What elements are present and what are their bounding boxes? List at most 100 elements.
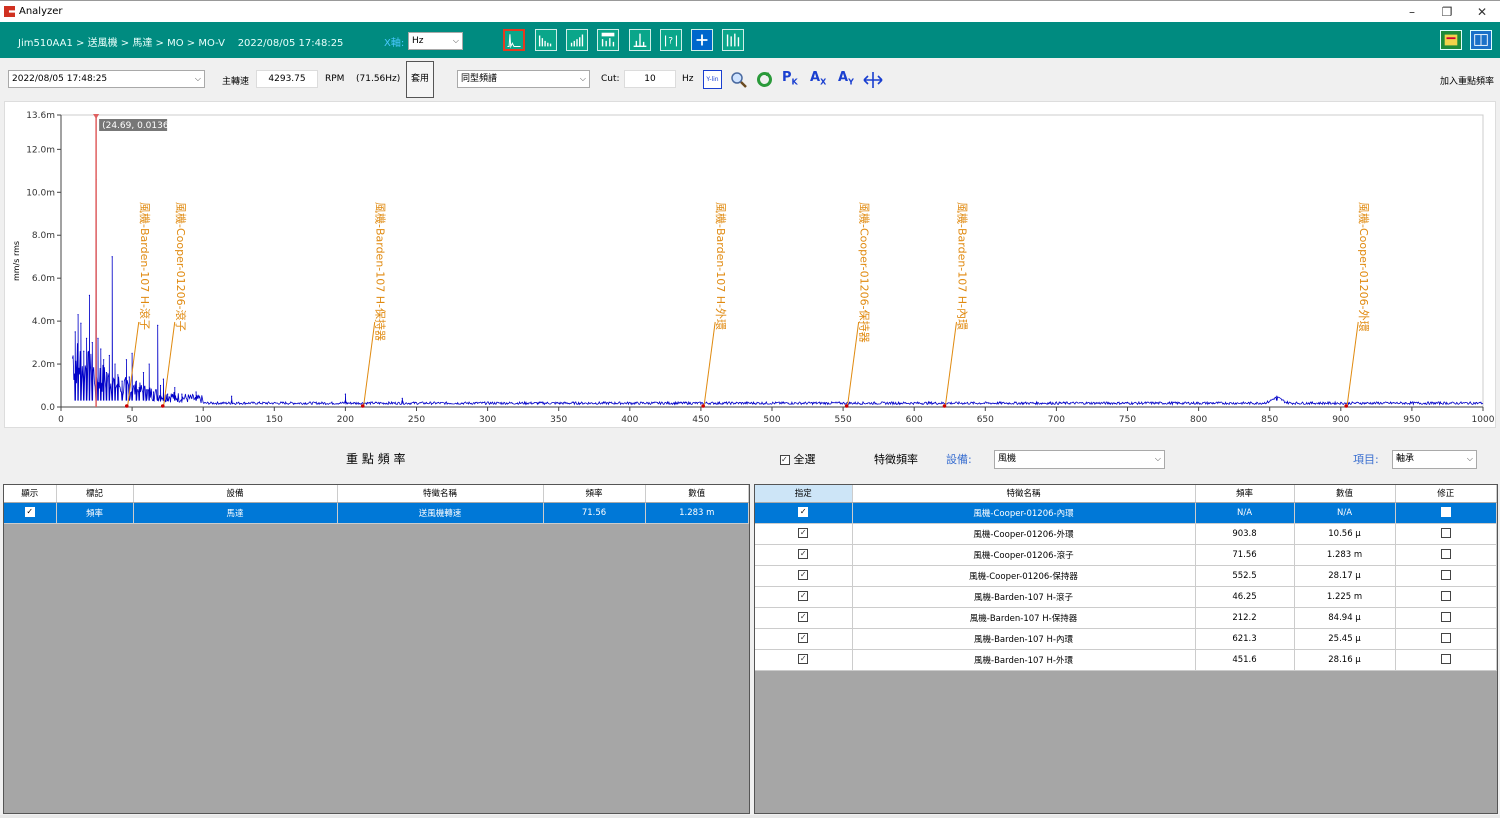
- spectrum-peak: [83, 350, 85, 352]
- trend-icon[interactable]: [566, 29, 588, 51]
- speed-input[interactable]: 4293.75: [256, 70, 318, 88]
- order-icon[interactable]: [597, 29, 619, 51]
- table-row[interactable]: 風機-Cooper-01206-滾子71.561.283 m: [755, 544, 1497, 566]
- freq-cell: 46.25: [1195, 586, 1295, 608]
- annotation-marker: [844, 404, 849, 408]
- fix-cell[interactable]: [1395, 628, 1497, 650]
- table-row[interactable]: 風機-Cooper-01206-內環N/AN/A: [755, 502, 1497, 524]
- expand-horizontal-icon[interactable]: [862, 70, 884, 90]
- column-header[interactable]: 指定: [755, 485, 853, 503]
- assign-cell[interactable]: [755, 628, 853, 650]
- checkbox-icon[interactable]: [1440, 633, 1451, 644]
- apply-button[interactable]: 套用: [406, 61, 434, 98]
- table-row[interactable]: 風機-Barden-107 H-滾子46.251.225 m: [755, 586, 1497, 608]
- column-header[interactable]: 設備: [133, 485, 338, 503]
- date-select[interactable]: 2022/08/05 17:48:25 ⌵: [8, 70, 205, 88]
- assign-cell[interactable]: [755, 649, 853, 671]
- assign-cell[interactable]: [755, 523, 853, 545]
- fix-cell[interactable]: [1395, 607, 1497, 629]
- checkbox-icon[interactable]: [1440, 507, 1451, 518]
- spectrum-chart[interactable]: mm/s rms 0.0 2.0m 4.0m 6.0m 8.0m 10.0m 12.0m 13.…: [5, 102, 1497, 429]
- restore-button[interactable]: ❐: [1432, 3, 1462, 21]
- assign-cell[interactable]: [755, 565, 853, 587]
- peak-sub: K: [791, 77, 798, 87]
- cut-input[interactable]: 10: [624, 70, 676, 88]
- checkbox-icon[interactable]: [1440, 528, 1451, 539]
- add-key-frequency-link[interactable]: 加入重點頻率: [1440, 74, 1494, 87]
- checkbox-icon[interactable]: [1440, 654, 1451, 665]
- column-header[interactable]: 修正: [1395, 485, 1497, 503]
- ay-button[interactable]: AY: [838, 70, 854, 90]
- checkbox-icon[interactable]: [1440, 549, 1451, 560]
- y-tick-label: 8.0m: [32, 231, 55, 241]
- ax-button[interactable]: AX: [810, 70, 826, 90]
- fix-cell[interactable]: [1395, 586, 1497, 608]
- value-cell: N/A: [1294, 502, 1396, 524]
- spectrum-peak: [167, 393, 169, 395]
- table-row[interactable]: 風機-Cooper-01206-保持器552.528.17 μ: [755, 565, 1497, 587]
- checkbox-icon[interactable]: [1440, 591, 1451, 602]
- add-icon[interactable]: [691, 29, 713, 51]
- cascade-icon[interactable]: [722, 29, 744, 51]
- item-select[interactable]: 軸承 ⌵: [1392, 450, 1477, 469]
- table-row[interactable]: 風機-Barden-107 H-外環451.628.16 μ: [755, 649, 1497, 671]
- checkbox-icon[interactable]: [798, 591, 809, 602]
- assign-cell[interactable]: [755, 502, 853, 524]
- checkbox-icon[interactable]: [798, 570, 809, 581]
- help-icon[interactable]: ?: [660, 29, 682, 51]
- checkbox-icon[interactable]: [798, 612, 809, 623]
- device-label: 設備:: [946, 453, 972, 466]
- column-header[interactable]: 特徵名稱: [337, 485, 544, 503]
- x-tick-label: 750: [1119, 415, 1136, 425]
- close-button[interactable]: ✕: [1467, 3, 1497, 21]
- mode-select[interactable]: 同型頻譜 ⌵: [457, 70, 590, 88]
- column-header[interactable]: 特徵名稱: [852, 485, 1196, 503]
- device-select[interactable]: 風機 ⌵: [994, 450, 1165, 469]
- select-all-checkbox[interactable]: 全選: [780, 451, 816, 467]
- checkbox-icon[interactable]: [1440, 570, 1451, 581]
- table-row[interactable]: 風機-Cooper-01206-外環903.810.56 μ: [755, 523, 1497, 545]
- column-header[interactable]: 標記: [56, 485, 134, 503]
- checkbox-icon[interactable]: [1440, 612, 1451, 623]
- fix-cell[interactable]: [1395, 565, 1497, 587]
- spectrum-icon[interactable]: [503, 29, 525, 51]
- breadcrumb[interactable]: Jim510AA1 > 送風機 > 馬達 > MO > MO-V 2022/08…: [18, 34, 343, 49]
- table-row[interactable]: 風機-Barden-107 H-內環621.325.45 μ: [755, 628, 1497, 650]
- refresh-icon[interactable]: [755, 70, 774, 89]
- zoom-icon[interactable]: [729, 70, 748, 89]
- ylin-button[interactable]: Y-lin: [703, 70, 722, 89]
- xaxis-unit-select[interactable]: Hz ⌵: [408, 32, 463, 50]
- minimize-button[interactable]: –: [1397, 3, 1427, 21]
- assign-cell[interactable]: [755, 586, 853, 608]
- fix-cell[interactable]: [1395, 649, 1497, 671]
- checkbox-icon[interactable]: [798, 528, 809, 539]
- assign-cell[interactable]: [755, 607, 853, 629]
- assign-cell[interactable]: [755, 544, 853, 566]
- waterfall-icon[interactable]: [535, 29, 557, 51]
- column-header[interactable]: 數值: [645, 485, 749, 503]
- checkbox-icon[interactable]: [798, 654, 809, 665]
- column-header[interactable]: 顯示: [4, 485, 57, 503]
- checkbox-icon[interactable]: [798, 507, 809, 518]
- name-cell: 風機-Barden-107 H-內環: [852, 628, 1196, 650]
- spectrum-peak: [401, 397, 403, 400]
- table-row[interactable]: 風機-Barden-107 H-保持器212.284.94 μ: [755, 607, 1497, 629]
- column-header[interactable]: 頻率: [1195, 485, 1295, 503]
- item-label: 項目:: [1353, 453, 1379, 466]
- checkbox-icon[interactable]: [798, 549, 809, 560]
- table-row[interactable]: 頻率 馬達 送風機轉速 71.56 1.283 m: [4, 502, 749, 524]
- export-icon[interactable]: [1440, 30, 1462, 50]
- column-header[interactable]: 數值: [1294, 485, 1396, 503]
- fix-cell[interactable]: [1395, 523, 1497, 545]
- checkbox-icon[interactable]: [798, 633, 809, 644]
- column-header[interactable]: 頻率: [543, 485, 646, 503]
- peak-icon[interactable]: [629, 29, 651, 51]
- spectrum-peak: [114, 363, 116, 365]
- layout-icon[interactable]: [1470, 30, 1492, 50]
- fix-cell[interactable]: [1395, 544, 1497, 566]
- checkbox-icon[interactable]: [24, 507, 35, 518]
- show-cell[interactable]: [4, 502, 57, 524]
- peak-button[interactable]: PK: [782, 70, 798, 90]
- fix-cell[interactable]: [1395, 502, 1497, 524]
- annotation-marker: [1344, 404, 1349, 408]
